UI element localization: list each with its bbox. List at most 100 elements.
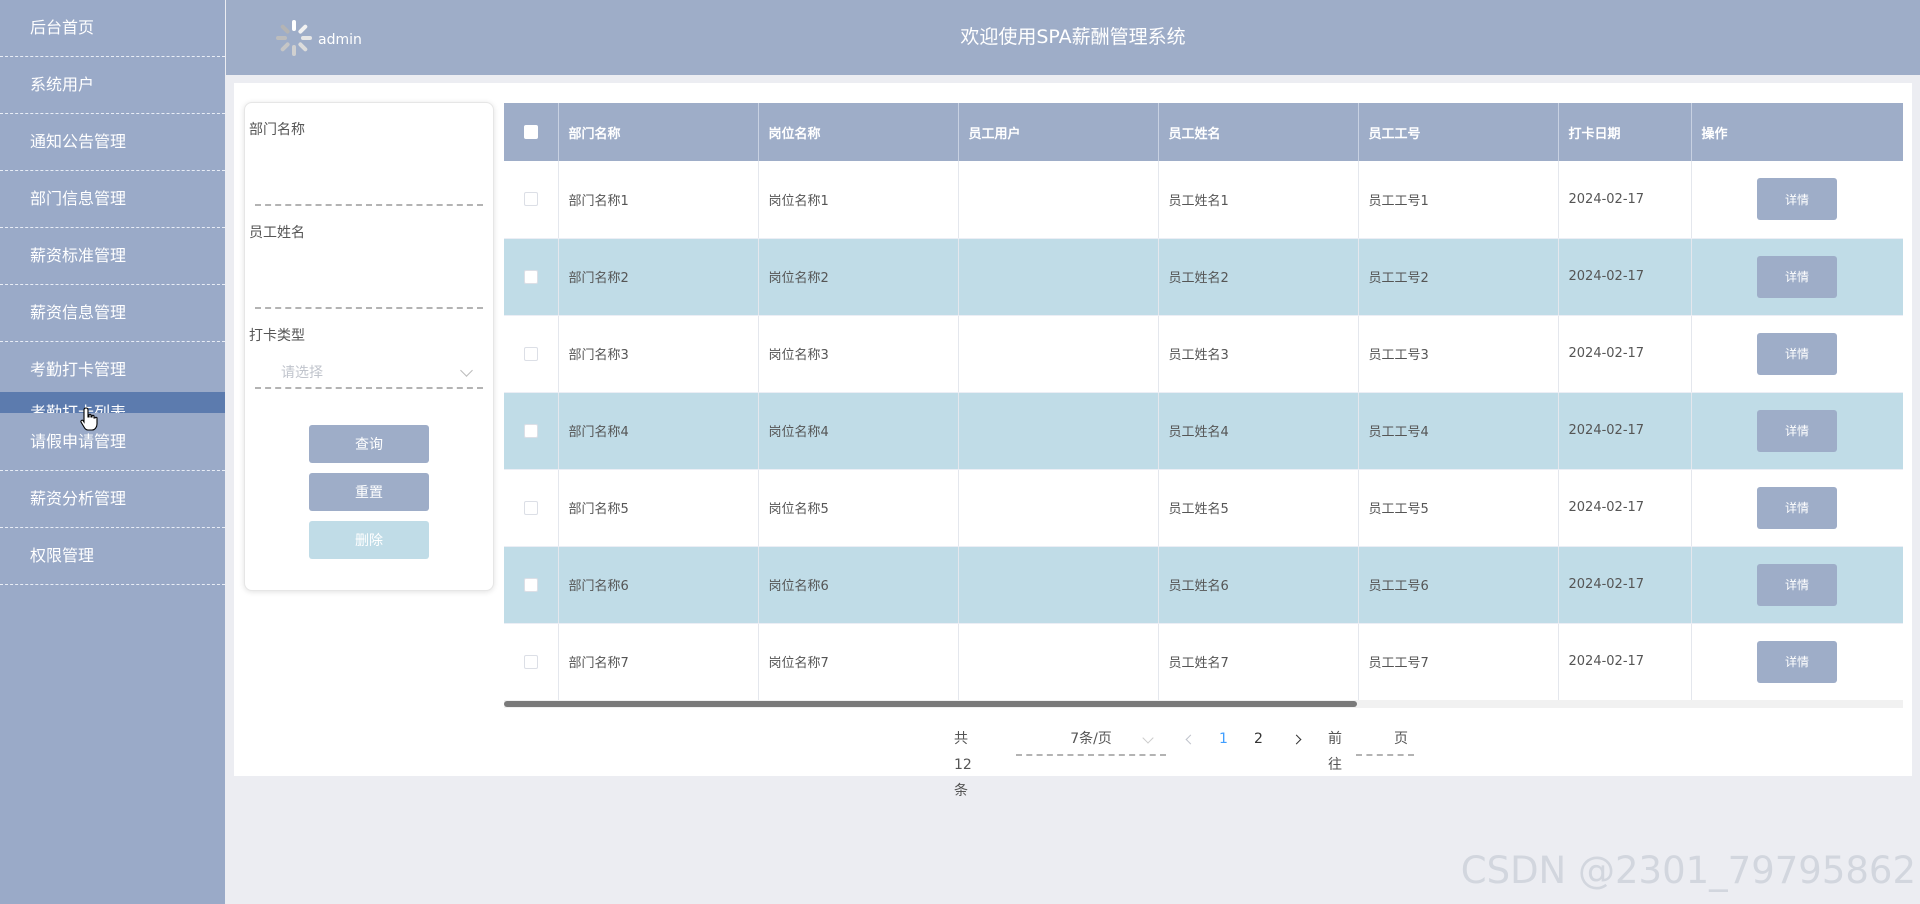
sidebar-item-salary-info[interactable]: 薪资信息管理 xyxy=(0,285,225,342)
row-checkbox[interactable] xyxy=(523,577,538,592)
column-header: 操作 xyxy=(1691,103,1903,161)
punch-type-select[interactable]: 请选择 xyxy=(255,357,483,389)
data-table: 部门名称 岗位名称 员工用户 员工姓名 员工工号 打卡日期 操作 部门名称1 岗… xyxy=(504,103,1903,706)
next-page-icon[interactable] xyxy=(1290,726,1304,752)
sidebar: 后台首页 系统用户 通知公告管理 部门信息管理 薪资标准管理 薪资信息管理 考勤… xyxy=(0,0,225,904)
date-cell: 2024-02-17 xyxy=(1558,469,1692,547)
detail-button[interactable]: 详情 xyxy=(1757,409,1837,452)
employee-name-label: 员工姓名 xyxy=(249,225,305,241)
sidebar-item-label: 部门信息管理 xyxy=(30,189,127,208)
employee-name-input[interactable] xyxy=(255,279,483,309)
column-header[interactable]: 员工姓名 xyxy=(1158,103,1359,161)
detail-button[interactable]: 详情 xyxy=(1757,255,1837,298)
sidebar-item-label: 请假申请管理 xyxy=(30,432,127,451)
dept-cell: 部门名称6 xyxy=(558,546,759,624)
user-cell xyxy=(958,161,1159,239)
scrollbar-thumb[interactable] xyxy=(504,701,1357,707)
detail-button[interactable]: 详情 xyxy=(1757,486,1837,529)
post-cell: 岗位名称4 xyxy=(758,392,959,470)
sidebar-subitem-attendance-list[interactable]: 考勤打卡列表 xyxy=(0,392,225,413)
sidebar-item-system-users[interactable]: 系统用户 xyxy=(0,57,225,114)
sidebar-item-salary-analysis[interactable]: 薪资分析管理 xyxy=(0,471,225,528)
row-checkbox[interactable] xyxy=(523,423,538,438)
sidebar-item-label: 权限管理 xyxy=(30,546,95,565)
select-all-checkbox[interactable] xyxy=(523,125,538,139)
table-row[interactable]: 部门名称5 岗位名称5 员工姓名5 员工工号5 2024-02-17 详情 xyxy=(504,469,1903,547)
detail-button[interactable]: 详情 xyxy=(1757,178,1837,221)
reset-button[interactable]: 重置 xyxy=(309,473,429,511)
name-cell: 员工姓名1 xyxy=(1158,161,1359,239)
table-row[interactable]: 部门名称6 岗位名称6 员工姓名6 员工工号6 2024-02-17 详情 xyxy=(504,546,1903,624)
sidebar-item-attendance[interactable]: 考勤打卡管理 xyxy=(0,342,225,399)
no-cell: 员工工号6 xyxy=(1358,546,1559,624)
dept-cell: 部门名称2 xyxy=(558,238,759,316)
sidebar-item-notices[interactable]: 通知公告管理 xyxy=(0,114,225,171)
query-button[interactable]: 查询 xyxy=(309,425,429,463)
chevron-down-icon xyxy=(1142,732,1154,744)
table-row[interactable]: 部门名称2 岗位名称2 员工姓名2 员工工号2 2024-02-17 详情 xyxy=(504,238,1903,316)
goto-suffix: 页 xyxy=(1394,731,1408,747)
row-checkbox[interactable] xyxy=(523,500,538,515)
row-select-cell xyxy=(504,546,559,624)
delete-button[interactable]: 删除 xyxy=(309,521,429,559)
dept-cell: 部门名称3 xyxy=(558,315,759,393)
column-header[interactable]: 岗位名称 xyxy=(758,103,959,161)
detail-button[interactable]: 详情 xyxy=(1757,332,1837,375)
name-cell: 员工姓名3 xyxy=(1158,315,1359,393)
name-cell: 员工姓名2 xyxy=(1158,238,1359,316)
sidebar-item-label: 系统用户 xyxy=(30,75,95,94)
dept-cell: 部门名称5 xyxy=(558,469,759,547)
row-checkbox[interactable] xyxy=(523,346,538,361)
table-row[interactable]: 部门名称3 岗位名称3 员工姓名3 员工工号3 2024-02-17 详情 xyxy=(504,315,1903,393)
row-checkbox[interactable] xyxy=(523,192,538,207)
date-cell: 2024-02-17 xyxy=(1558,546,1692,624)
name-cell: 员工姓名7 xyxy=(1158,623,1359,701)
post-cell: 岗位名称3 xyxy=(758,315,959,393)
sidebar-item-permissions[interactable]: 权限管理 xyxy=(0,528,225,585)
user-cell xyxy=(958,238,1159,316)
dept-name-input[interactable] xyxy=(255,176,483,206)
user-cell xyxy=(958,392,1159,470)
action-cell: 详情 xyxy=(1691,315,1903,393)
dept-cell: 部门名称4 xyxy=(558,392,759,470)
column-header[interactable]: 部门名称 xyxy=(558,103,759,161)
action-cell: 详情 xyxy=(1691,469,1903,547)
sidebar-item-home[interactable]: 后台首页 xyxy=(0,0,225,57)
date-cell: 2024-02-17 xyxy=(1558,623,1692,701)
dept-cell: 部门名称7 xyxy=(558,623,759,701)
row-checkbox[interactable] xyxy=(523,269,538,284)
no-cell: 员工工号3 xyxy=(1358,315,1559,393)
page-size-select[interactable]: 7条/页 xyxy=(1016,726,1166,756)
table-row[interactable]: 部门名称7 岗位名称7 员工姓名7 员工工号7 2024-02-17 详情 xyxy=(504,623,1903,701)
column-header[interactable]: 员工工号 xyxy=(1358,103,1559,161)
row-select-cell xyxy=(504,469,559,547)
table-row[interactable]: 部门名称1 岗位名称1 员工姓名1 员工工号1 2024-02-17 详情 xyxy=(504,161,1903,239)
main-content: 部门名称 员工姓名 打卡类型 请选择 查询 重置 删除 部门名称 岗位名称 员工… xyxy=(234,83,1912,799)
sidebar-item-departments[interactable]: 部门信息管理 xyxy=(0,171,225,228)
sidebar-item-label: 考勤打卡列表 xyxy=(30,403,127,414)
action-cell: 详情 xyxy=(1691,623,1903,701)
page-number[interactable]: 1 xyxy=(1219,726,1228,752)
post-cell: 岗位名称5 xyxy=(758,469,959,547)
detail-button[interactable]: 详情 xyxy=(1757,563,1837,606)
sidebar-item-leave[interactable]: 请假申请管理 xyxy=(0,414,225,471)
user-cell xyxy=(958,623,1159,701)
post-cell: 岗位名称6 xyxy=(758,546,959,624)
table-header-row: 部门名称 岗位名称 员工用户 员工姓名 员工工号 打卡日期 操作 xyxy=(504,103,1903,161)
no-cell: 员工工号2 xyxy=(1358,238,1559,316)
top-header: admin 欢迎使用SPA薪酬管理系统 xyxy=(226,0,1920,75)
sidebar-item-label: 通知公告管理 xyxy=(30,132,127,151)
detail-button[interactable]: 详情 xyxy=(1757,640,1837,683)
sidebar-item-label: 后台首页 xyxy=(30,18,95,37)
row-checkbox[interactable] xyxy=(523,654,538,669)
sidebar-item-salary-standards[interactable]: 薪资标准管理 xyxy=(0,228,225,285)
column-header[interactable]: 打卡日期 xyxy=(1558,103,1692,161)
page-number[interactable]: 2 xyxy=(1254,726,1263,752)
horizontal-scrollbar[interactable] xyxy=(504,700,1903,708)
date-cell: 2024-02-17 xyxy=(1558,315,1692,393)
prev-page-icon[interactable] xyxy=(1184,726,1198,752)
column-header[interactable]: 员工用户 xyxy=(958,103,1159,161)
post-cell: 岗位名称1 xyxy=(758,161,959,239)
table-row[interactable]: 部门名称4 岗位名称4 员工姓名4 员工工号4 2024-02-17 详情 xyxy=(504,392,1903,470)
row-select-cell xyxy=(504,161,559,239)
